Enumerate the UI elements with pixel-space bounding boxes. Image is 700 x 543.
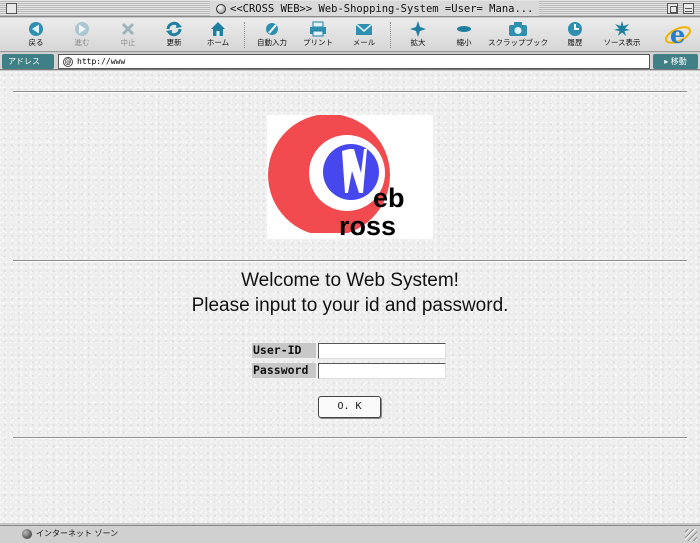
url-input[interactable]	[77, 57, 577, 66]
logo-ross-text: ross	[339, 211, 396, 239]
window-title: <<CROSS WEB>> Web-Shopping-System =User=…	[210, 1, 540, 16]
password-label: Password	[252, 363, 316, 378]
autofill-button[interactable]: 自動入力	[248, 20, 296, 50]
ok-button[interactable]: O. K	[318, 396, 381, 418]
horizontal-rule	[13, 437, 687, 439]
address-label: アドレス	[2, 54, 54, 69]
home-icon	[194, 20, 242, 38]
window-title-text: <<CROSS WEB>> Web-Shopping-System =User=…	[230, 2, 534, 15]
camera-icon	[486, 20, 550, 38]
stop-x-icon	[104, 20, 152, 38]
forward-arrow-icon	[58, 20, 106, 38]
browser-toolbar: 戻る 進む 中止 更新 ホーム 自動入力 プリント メール 拡大 縮小 スクラッ…	[0, 18, 700, 52]
status-bar: インターネット ゾーン	[0, 525, 700, 543]
instruction-text: Please input to your id and password.	[191, 295, 509, 316]
smaller-text-icon	[440, 20, 488, 38]
print-button[interactable]: プリント	[294, 20, 342, 50]
forward-button[interactable]: 進む	[58, 20, 106, 50]
mail-button[interactable]: メール	[340, 20, 388, 50]
resize-grip-icon[interactable]	[685, 529, 697, 541]
home-button[interactable]: ホーム	[194, 20, 242, 50]
refresh-button[interactable]: 更新	[150, 20, 198, 50]
svg-text:e: e	[670, 21, 685, 49]
history-button[interactable]: 履歴	[551, 20, 599, 50]
address-field[interactable]: @	[58, 54, 650, 69]
toolbar-separator	[244, 22, 245, 48]
cross-web-logo: eb ross	[267, 115, 433, 239]
stop-button[interactable]: 中止	[104, 20, 152, 50]
page-content: eb ross Welcome to Web System! Please in…	[0, 71, 700, 523]
logo-eb-text: eb	[373, 183, 405, 213]
horizontal-rule	[13, 260, 687, 262]
internet-zone-globe-icon	[22, 529, 32, 539]
view-source-icon	[596, 20, 648, 38]
userid-input[interactable]	[318, 343, 446, 359]
view-source-button[interactable]: ソース表示	[596, 20, 648, 50]
go-button[interactable]: ▸ 移動	[653, 54, 698, 69]
mail-icon	[340, 20, 388, 38]
go-label: 移動	[670, 57, 687, 66]
refresh-icon	[150, 20, 198, 38]
welcome-heading: Welcome to Web System!	[241, 270, 459, 291]
internet-explorer-logo-icon: e	[664, 20, 692, 49]
toolbar-separator	[390, 22, 391, 48]
larger-text-icon	[394, 20, 442, 38]
horizontal-rule	[13, 91, 687, 93]
window-title-bar[interactable]: <<CROSS WEB>> Web-Shopping-System =User=…	[0, 0, 700, 17]
back-button[interactable]: 戻る	[12, 20, 60, 50]
scrapbook-button[interactable]: スクラップブック	[486, 20, 550, 50]
collapse-box[interactable]	[683, 3, 694, 14]
autofill-icon	[248, 20, 296, 38]
globe-icon	[216, 3, 226, 14]
close-box[interactable]	[6, 3, 17, 14]
history-clock-icon	[551, 20, 599, 38]
at-sign-icon: @	[63, 56, 73, 67]
back-arrow-icon	[12, 20, 60, 38]
smaller-text-button[interactable]: 縮小	[440, 20, 488, 50]
userid-label: User-ID	[252, 343, 316, 358]
status-text: インターネット ゾーン	[36, 529, 119, 538]
password-input[interactable]	[318, 363, 446, 379]
larger-text-button[interactable]: 拡大	[394, 20, 442, 50]
zoom-box[interactable]	[667, 3, 678, 14]
address-bar: アドレス @ ▸ 移動	[0, 53, 700, 70]
printer-icon	[294, 20, 342, 38]
